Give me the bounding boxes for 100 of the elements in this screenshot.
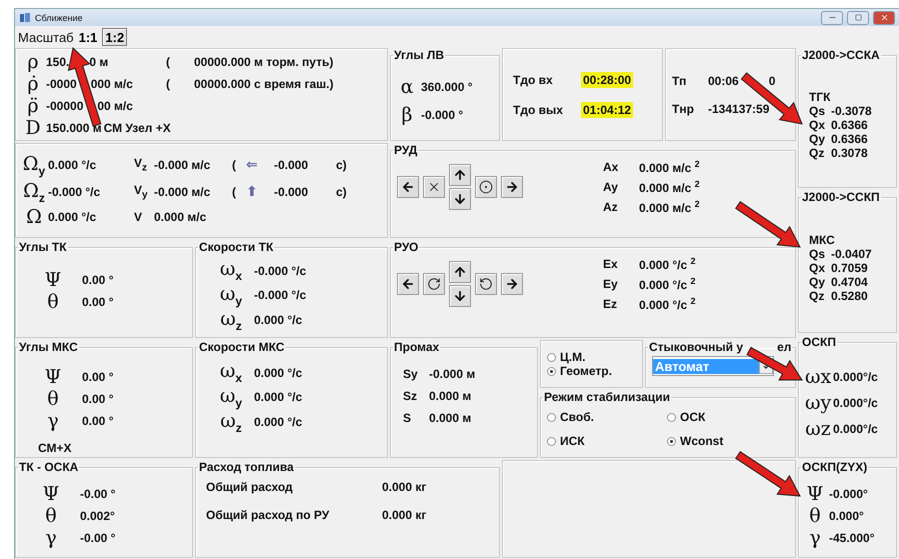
value-text: 0.00 ° bbox=[82, 370, 114, 384]
down-arrow-icon bbox=[453, 192, 467, 206]
radio-option[interactable]: ИСК bbox=[547, 434, 667, 448]
value-text: -0.000 °/с bbox=[254, 288, 306, 302]
symbol-label: θ bbox=[44, 504, 58, 526]
group-title: ТК - ОСКА bbox=[18, 460, 80, 474]
value-text: 0.000 °/с $^{2}$ bbox=[639, 296, 696, 312]
scale-button[interactable]: 1:2 bbox=[102, 28, 128, 46]
symbol-label: α bbox=[400, 76, 414, 98]
value-text: 0.000 °/с bbox=[254, 313, 302, 328]
note-text: 00000.000 м торм. путь) bbox=[194, 55, 334, 69]
value-text: 150. bbox=[46, 55, 70, 69]
value-text: 0.3078 bbox=[831, 146, 868, 160]
field-label: Общий расход bbox=[206, 480, 294, 494]
group-title: Расход топлива bbox=[198, 460, 295, 474]
value-text: -0.00 ° bbox=[80, 486, 116, 500]
value-text: 0.00 ° bbox=[82, 272, 114, 286]
pointer-arrow bbox=[735, 201, 801, 248]
value-text: -0.000 м bbox=[429, 366, 476, 380]
value-text: 0.000°/с bbox=[833, 396, 878, 410]
up-button[interactable] bbox=[449, 261, 471, 283]
paren-text: ( bbox=[232, 158, 237, 172]
symbol-label: ρ̇ bbox=[26, 73, 40, 95]
field-label: Общий расход по РУ bbox=[206, 508, 330, 522]
value-text: -0000 bbox=[46, 77, 77, 91]
value-text: -00000 bbox=[46, 99, 84, 113]
group-title: Стыковочный у bbox=[649, 340, 744, 354]
control-button[interactable] bbox=[475, 273, 497, 295]
value-text: 0.00 ° bbox=[82, 392, 114, 406]
value-text: -0.000 °/с bbox=[254, 264, 306, 278]
control-button[interactable] bbox=[397, 176, 419, 198]
cross-icon bbox=[427, 180, 441, 194]
field-label: Qs bbox=[809, 104, 825, 118]
value-text: -0.000 м/с bbox=[154, 158, 212, 172]
symbol-label: ω$_{x}$ bbox=[218, 258, 244, 284]
value-text: 0.000 кг bbox=[382, 480, 426, 494]
value-text: -0.000 м/с bbox=[154, 184, 212, 199]
symbol-label: Ψ bbox=[44, 366, 62, 388]
control-button[interactable] bbox=[423, 176, 445, 198]
radio-option[interactable]: Wconst bbox=[667, 434, 789, 448]
value-text: 0.000 кг bbox=[382, 508, 426, 522]
symbol-label: Ω bbox=[25, 206, 43, 228]
field-label: Qx bbox=[809, 118, 825, 132]
paren-text: ( bbox=[232, 184, 237, 199]
value-text: 0.5280 bbox=[831, 289, 868, 303]
group-title: ОСКП bbox=[801, 335, 837, 349]
value-text: 00 м/с bbox=[97, 99, 133, 113]
paren-text: с) bbox=[336, 184, 347, 199]
radio-option[interactable]: Геометр. bbox=[547, 364, 636, 378]
field-label: Тдо вых bbox=[513, 102, 564, 116]
control-button[interactable] bbox=[423, 273, 445, 295]
field-label: Ay bbox=[603, 180, 619, 194]
down-button[interactable] bbox=[449, 285, 471, 307]
rotate-icon bbox=[427, 277, 441, 291]
scale-button[interactable]: 1:1 bbox=[76, 28, 100, 46]
radio-option[interactable]: Своб. bbox=[547, 410, 667, 424]
symbol-label: ωz bbox=[805, 418, 831, 440]
close-button[interactable] bbox=[873, 10, 895, 24]
value-text: 0.000 °/с $^{2}$ bbox=[639, 276, 696, 292]
field-label: Qy bbox=[809, 275, 825, 289]
note-text: СМ+X bbox=[37, 441, 73, 455]
value-text: 0.000 м/с $^{2}$ bbox=[639, 199, 700, 215]
value-text: -0.000 °/с bbox=[48, 184, 102, 199]
value-text: 0.6366 bbox=[831, 132, 868, 146]
symbol-label: Ω$_{y}$ bbox=[22, 152, 46, 178]
radio-option[interactable]: ОСК bbox=[667, 410, 789, 424]
paren-text: с) bbox=[336, 158, 347, 172]
value-text: 0.4704 bbox=[831, 275, 868, 289]
value-text: -0.0407 bbox=[831, 247, 872, 261]
value-text: -0.3078 bbox=[831, 104, 872, 118]
value-text: 00:06 bbox=[708, 74, 739, 88]
window-title: Сближение bbox=[35, 12, 84, 22]
field-label: Ex bbox=[603, 257, 619, 271]
symbol-label: β bbox=[400, 104, 414, 126]
value-text: 0 м bbox=[89, 55, 108, 69]
symbol-label: γ bbox=[808, 526, 822, 548]
paren-text: ( bbox=[166, 77, 171, 91]
rotate-back-icon bbox=[479, 277, 493, 291]
control-button[interactable] bbox=[475, 176, 497, 198]
circle-dot-icon bbox=[479, 180, 493, 194]
symbol-label: θ bbox=[808, 504, 822, 526]
radio-option[interactable]: Ц.М. bbox=[547, 350, 636, 364]
value-text: 0.000 м bbox=[429, 410, 472, 424]
value-text: -45.000° bbox=[829, 530, 876, 544]
symbol-label: D bbox=[24, 117, 42, 139]
control-button[interactable] bbox=[501, 273, 523, 295]
control-button[interactable] bbox=[397, 273, 419, 295]
symbol-label: Ψ bbox=[44, 268, 62, 290]
field-label: Qx bbox=[809, 261, 825, 275]
value-text: 0.002° bbox=[80, 508, 115, 522]
control-button[interactable] bbox=[501, 176, 523, 198]
symbol-label: θ bbox=[46, 388, 60, 410]
maximize-button[interactable] bbox=[847, 10, 869, 24]
field-label: Az bbox=[603, 200, 619, 214]
value-text: 0.000 °/с bbox=[254, 390, 302, 404]
value-text: 0.000 °/с $^{2}$ bbox=[639, 256, 696, 272]
down-button[interactable] bbox=[449, 188, 471, 210]
field-label: Ax bbox=[603, 160, 620, 174]
group-title: РУО bbox=[393, 240, 420, 254]
up-button[interactable] bbox=[449, 164, 471, 186]
